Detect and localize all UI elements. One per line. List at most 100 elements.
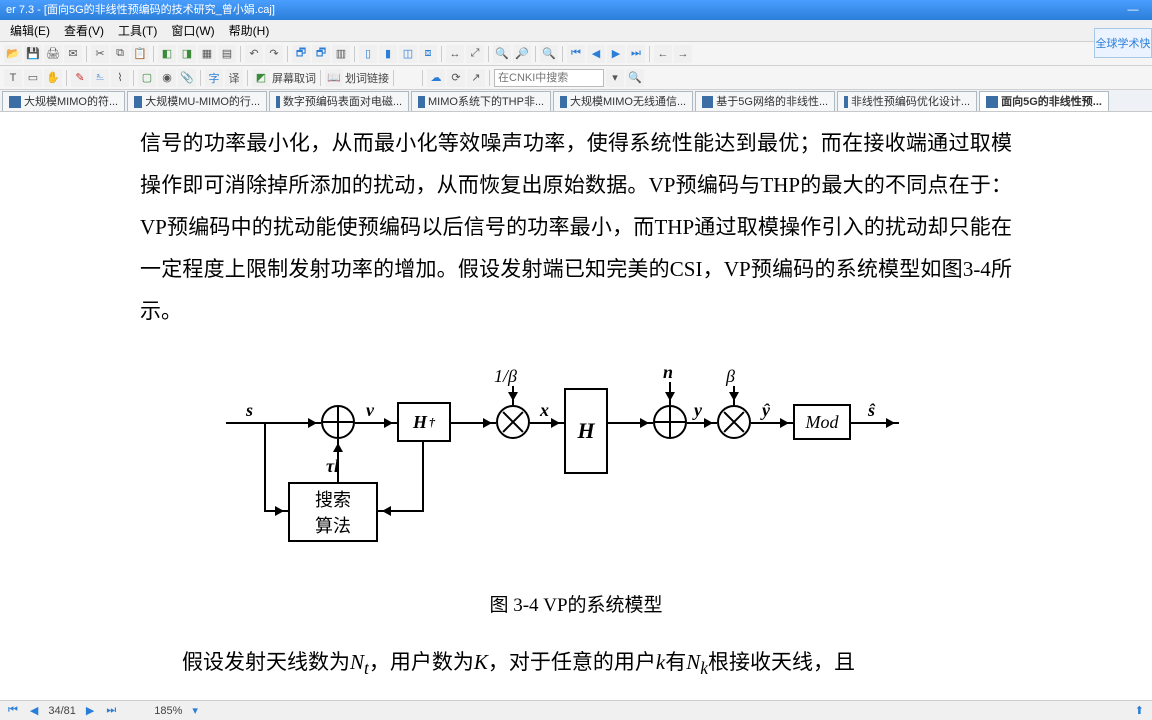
save-icon[interactable]: 💾 <box>24 45 42 63</box>
scroll-up-icon[interactable]: ⬆ <box>1133 704 1146 717</box>
layer-icon[interactable]: ◩ <box>252 69 270 87</box>
arrow <box>751 422 793 424</box>
search-go-icon[interactable]: ▾ <box>606 69 624 87</box>
document-tab[interactable]: 大规模MIMO无线通信... <box>553 91 693 111</box>
title-bar: er 7.3 - [面向5G的非线性预编码的技术研究_曾小娟.caj] — <box>0 0 1152 20</box>
back-icon[interactable]: ← <box>654 45 672 63</box>
doc-icon <box>844 96 848 108</box>
adder-noise <box>653 405 687 439</box>
cloud-icon[interactable]: ☁ <box>427 69 445 87</box>
search-algorithm-block: 搜索算法 <box>288 482 378 542</box>
sig-y-label: y <box>694 400 702 421</box>
document-tab[interactable]: 非线性预编码优化设计... <box>837 91 977 111</box>
multiplier-beta <box>717 405 751 439</box>
find-icon[interactable]: 🔍 <box>540 45 558 63</box>
body-paragraph-2: 假设发射天线数为Nt，用户数为K，对于任意的用户k有Nk根接收天线，且 K <box>140 641 1012 700</box>
select-rect-icon[interactable]: ▭ <box>24 69 42 87</box>
fit-page-icon[interactable]: ⤢ <box>466 45 484 63</box>
share-icon[interactable]: ↗ <box>467 69 485 87</box>
h-dagger-block: H† <box>397 402 451 442</box>
view-cont-icon[interactable]: ▮ <box>379 45 397 63</box>
tool-icon-7[interactable]: ▥ <box>332 45 350 63</box>
cnki-search-input[interactable] <box>494 69 604 87</box>
arrow <box>851 422 899 424</box>
forward-icon[interactable]: → <box>674 45 692 63</box>
document-viewport[interactable]: 信号的功率最小化，从而最小化等效噪声功率，使得系统性能达到最优；而在接收端通过取… <box>0 112 1152 700</box>
rotate-right-icon[interactable]: ↷ <box>265 45 283 63</box>
sync-icon[interactable]: ⟳ <box>447 69 465 87</box>
underline-icon[interactable]: ⎁ <box>91 69 109 87</box>
status-next-icon[interactable]: ▶ <box>84 704 96 717</box>
nav-first-icon[interactable]: ⏮ <box>567 45 585 63</box>
figure-caption: 图 3-4 VP的系统模型 <box>140 590 1012 617</box>
one-over-beta-label: 1/β <box>494 366 517 387</box>
tool-icon-4[interactable]: ▤ <box>218 45 236 63</box>
status-first-icon[interactable]: ⏮ <box>6 704 20 717</box>
dict-icon[interactable]: 📖 <box>325 69 343 87</box>
h-block: H <box>564 388 608 474</box>
status-prev-icon[interactable]: ◀ <box>28 704 40 717</box>
tool-icon-2[interactable]: ◨ <box>178 45 196 63</box>
zoom-dropdown-icon[interactable]: ▾ <box>190 704 200 717</box>
adder-1 <box>321 405 355 439</box>
cut-icon[interactable]: ✂ <box>91 45 109 63</box>
strikeout-icon[interactable]: ⌇ <box>111 69 129 87</box>
nav-prev-icon[interactable]: ◀ <box>587 45 605 63</box>
sig-n-label: n <box>663 362 673 383</box>
arrow-left <box>378 510 424 512</box>
promo-badge[interactable]: 全球学术快 <box>1094 28 1152 58</box>
nav-next-icon[interactable]: ▶ <box>607 45 625 63</box>
note-icon[interactable]: ▢ <box>138 69 156 87</box>
mail-icon[interactable]: ✉ <box>64 45 82 63</box>
ocr-icon[interactable]: 字 <box>205 69 223 87</box>
fit-width-icon[interactable]: ↔ <box>446 45 464 63</box>
document-tab[interactable]: 大规模MU-MIMO的行... <box>127 91 267 111</box>
sig-s-label: s <box>246 400 253 421</box>
stamp-icon[interactable]: ◉ <box>158 69 176 87</box>
menu-tools[interactable]: 工具(T) <box>112 20 163 41</box>
rotate-left-icon[interactable]: ↶ <box>245 45 263 63</box>
line <box>264 422 266 512</box>
sig-yhat-label: ŷ <box>762 400 770 421</box>
view-facing-icon[interactable]: ◫ <box>399 45 417 63</box>
tool-icon-5[interactable]: 🗗 <box>292 45 310 63</box>
arrow-down <box>733 386 735 405</box>
view-single-icon[interactable]: ▯ <box>359 45 377 63</box>
tool-icon-3[interactable]: ▦ <box>198 45 216 63</box>
open-icon[interactable]: 📂 <box>4 45 22 63</box>
document-tab-bar: 大规模MIMO的符... 大规模MU-MIMO的行... 数字预编码表面对电磁.… <box>0 90 1152 112</box>
tau-l-label: τl <box>326 456 339 477</box>
tool-icon-1[interactable]: ◧ <box>158 45 176 63</box>
paste-icon[interactable]: 📋 <box>131 45 149 63</box>
highlight-icon[interactable]: ✎ <box>71 69 89 87</box>
menu-window[interactable]: 窗口(W) <box>165 20 220 41</box>
zoom-out-icon[interactable]: 🔍 <box>493 45 511 63</box>
document-tab[interactable]: MIMO系统下的THP非... <box>411 91 551 111</box>
doc-icon <box>276 96 280 108</box>
translate-icon[interactable]: 译 <box>225 69 243 87</box>
minimize-button[interactable]: — <box>1120 0 1146 20</box>
hand-icon[interactable]: ✋ <box>44 69 62 87</box>
tool-icon-6[interactable]: 🗗 <box>312 45 330 63</box>
select-text-icon[interactable]: T <box>4 69 22 87</box>
menu-help[interactable]: 帮助(H) <box>223 20 276 41</box>
multiplier-beta-inv <box>496 405 530 439</box>
view-cont-facing-icon[interactable]: ⧈ <box>419 45 437 63</box>
doc-icon <box>418 96 425 108</box>
document-tab[interactable]: 基于5G网络的非线性... <box>695 91 835 111</box>
menu-view[interactable]: 查看(V) <box>58 20 110 41</box>
status-last-icon[interactable]: ⏭ <box>104 704 118 717</box>
nav-last-icon[interactable]: ⏭ <box>627 45 645 63</box>
attach-icon[interactable]: 📎 <box>178 69 196 87</box>
copy-icon[interactable]: ⧉ <box>111 45 129 63</box>
status-bar: ⏮ ◀ 34/81 ▶ ⏭ 185% ▾ ⬆ <box>0 700 1152 720</box>
print-icon[interactable]: 🖨 <box>44 45 62 63</box>
document-tab[interactable]: 大规模MIMO的符... <box>2 91 125 111</box>
zoom-in-icon[interactable]: 🔎 <box>513 45 531 63</box>
mod-block: Mod <box>793 404 851 440</box>
search-submit-icon[interactable]: 🔍 <box>626 69 644 87</box>
menu-edit[interactable]: 编辑(E) <box>4 20 56 41</box>
doc-icon <box>134 96 142 108</box>
document-tab-active[interactable]: 面向5G的非线性预... <box>979 91 1109 111</box>
document-tab[interactable]: 数字预编码表面对电磁... <box>269 91 409 111</box>
